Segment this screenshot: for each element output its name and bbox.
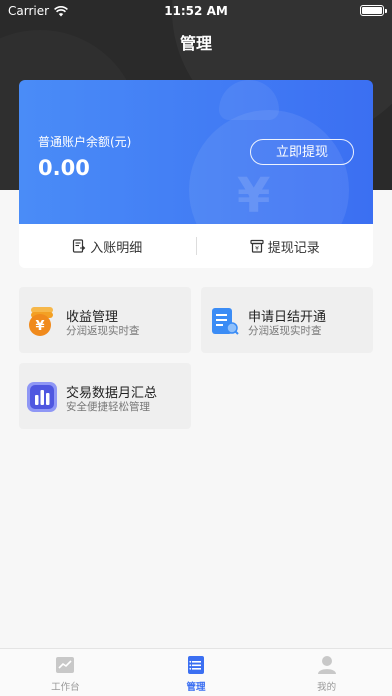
balance-amount: 0.00 — [38, 156, 90, 180]
workbench-icon — [56, 657, 75, 673]
yen-decor-icon: ¥ — [237, 168, 271, 224]
tab-label: 管理 — [186, 682, 206, 693]
withdraw-record-icon: ¥ — [250, 239, 264, 253]
feature-subtitle: 分润返现实时查 — [248, 325, 322, 337]
income-details-link[interactable]: 入账明细 — [19, 237, 196, 256]
tab-profile[interactable]: 我的 — [261, 649, 392, 696]
feature-subtitle: 安全便捷轻松管理 — [66, 401, 150, 413]
clock: 11:52 AM — [164, 4, 228, 18]
withdraw-records-label: 提现记录 — [267, 240, 320, 256]
coins-icon: ¥ — [29, 307, 53, 336]
manage-icon — [188, 656, 204, 674]
feature-earnings-management[interactable]: ¥ 收益管理 分润返现实时查 — [19, 287, 191, 353]
svg-text:¥: ¥ — [255, 246, 259, 253]
receipt-icon — [73, 239, 86, 253]
withdraw-records-link[interactable]: ¥ 提现记录 — [197, 237, 374, 256]
balance-card: ¥ 普通账户余额(元) 0.00 立即提现 — [19, 80, 373, 224]
feature-subtitle: 分润返现实时查 — [66, 325, 140, 337]
feature-daily-settlement[interactable]: 申请日结开通 分润返现实时查 — [201, 287, 373, 353]
profile-icon — [317, 656, 336, 674]
bar-chart-icon — [27, 382, 57, 412]
tab-label: 工作台 — [51, 682, 80, 693]
withdraw-button[interactable]: 立即提现 — [250, 139, 354, 165]
account-links: 入账明细 ¥ 提现记录 — [19, 224, 373, 268]
svg-text:¥: ¥ — [35, 319, 44, 334]
page-title: 管理 — [179, 34, 212, 53]
feature-monthly-summary[interactable]: 交易数据月汇总 安全便捷轻松管理 — [19, 363, 191, 429]
status-bar: Carrier 11:52 AM — [0, 0, 392, 22]
document-search-icon — [212, 308, 239, 335]
tab-workbench[interactable]: 工作台 — [0, 649, 131, 696]
tab-label: 我的 — [317, 682, 337, 693]
tab-manage[interactable]: 管理 — [131, 649, 262, 696]
tab-bar: 工作台 管理 我的 — [0, 648, 392, 696]
income-details-label: 入账明细 — [90, 240, 143, 256]
balance-label: 普通账户余额(元) — [38, 135, 132, 149]
battery-icon — [360, 5, 387, 16]
